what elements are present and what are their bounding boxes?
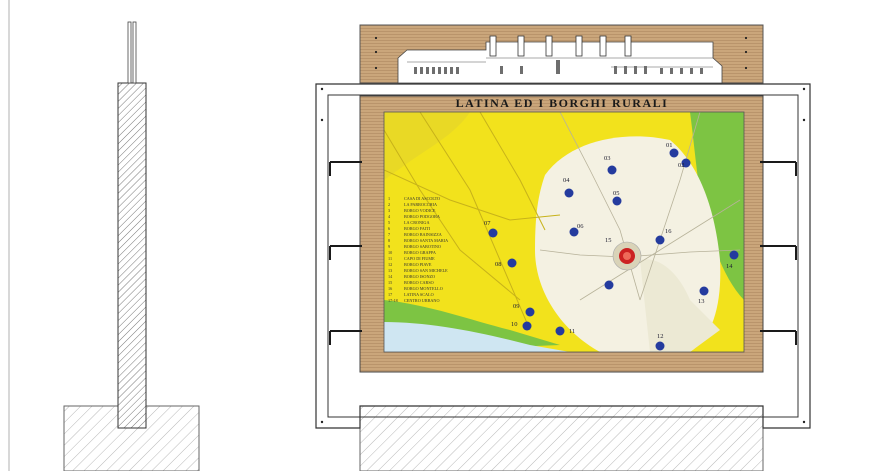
legend-num-15: 15 [388,280,392,285]
side-rod-left [127,21,132,84]
legend-num-8: 8 [388,238,390,243]
legend-item-4: BORGO PODGORA [404,214,440,219]
marker-03-label: 03 [604,155,611,162]
legend-num-5: 5 [388,220,390,225]
legend-item-17: LATINA SCALO [404,292,434,297]
marker-13-label: 13 [698,298,705,305]
legend-num-10: 10 [388,250,392,255]
legend-item-16: BORGO MONTELLO [404,286,443,291]
marker-07-label: 07 [484,220,491,227]
legend-num-13: 13 [388,268,392,273]
legend-item-1: CASA DI ASCOLTO [404,196,440,201]
marker-15-label: 15 [605,237,612,244]
legend-item-18: CENTRO URBANO [404,298,439,303]
technical-drawing: LATINA ED I BORGHI RURALI 1 CASA DI ASCO… [8,0,811,471]
legend-item-14: BORGO ISONZO [404,274,435,279]
legend-num-7: 7 [388,232,390,237]
marker-14-label: 14 [726,263,733,270]
legend-item-3: BORGO VODICE [404,208,436,213]
marker-05-label: 05 [613,190,620,197]
legend-num-12: 12 [388,262,392,267]
legend-num-2: 2 [388,202,390,207]
marker-01-label: 01 [666,142,673,149]
legend-num-1: 1 [388,196,390,201]
legend-item-6: BORGO FAITI [404,226,431,231]
legend-item-7: BORGO BAINSIZZA [404,232,442,237]
marker-10-label: 10 [511,321,518,328]
marker-09-label: 09 [513,303,520,310]
legend-num-16: 16 [388,286,392,291]
marker-02-label: 02 [678,162,685,169]
marker-08-label: 08 [495,261,502,268]
side-post [117,82,147,429]
legend-item-13: BORGO SAN MICHELE [404,268,448,273]
marker-04-label: 04 [563,177,570,184]
legend-num-6: 6 [388,226,390,231]
legend-num-9: 9 [388,244,390,249]
front-foundation [359,405,764,471]
marker-11-label: 11 [569,328,575,335]
legend-item-9: BORGO SABOTINO [404,244,441,249]
legend-item-15: BORGO CARSO [404,280,434,285]
front-view: LATINA ED I BORGHI RURALI 1 CASA DI ASCO… [315,24,811,471]
marker-12-label: 12 [657,333,664,340]
legend-item-5: LA CRONIGA [404,220,429,225]
legend-num-17: 17 [388,292,392,297]
legend-num-18: 17-18 [388,298,398,303]
marker-06-label: 06 [577,223,584,230]
legend-item-10: BORGO GRAPPA [404,250,436,255]
legend-num-11: 11 [388,256,392,261]
side-view [63,21,200,471]
legend-num-3: 3 [388,208,390,213]
legend-item-12: BORGO PIAVE [404,262,432,267]
legend-item-11: CAPO DI FIUME [404,256,435,261]
marker-16-label: 16 [665,228,672,235]
side-rod-right [132,21,137,84]
panel-title: LATINA ED I BORGHI RURALI [456,96,669,110]
legend-item-2: LA PARROCCHIA [404,202,437,207]
legend-item-8: BORGO SANTA MARIA [404,238,448,243]
